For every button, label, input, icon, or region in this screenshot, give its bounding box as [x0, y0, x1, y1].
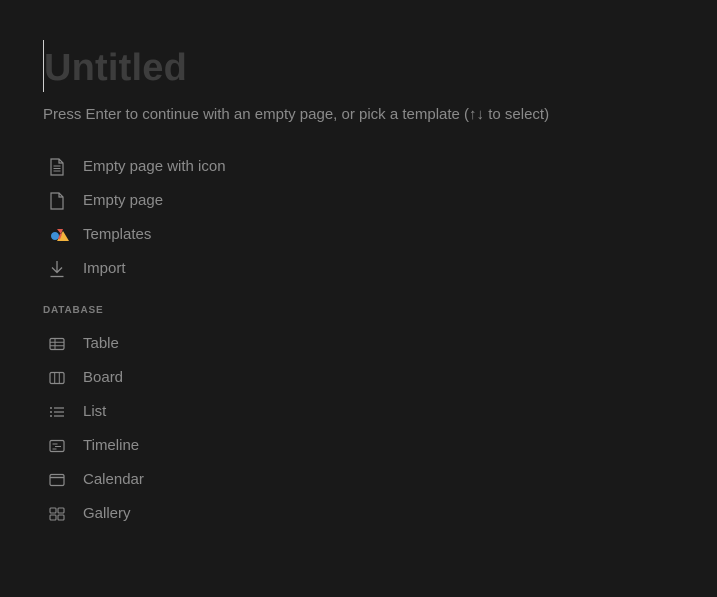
database-options: Table Board List Timeline Calendar Galle… — [43, 327, 363, 531]
page-title-placeholder[interactable]: Untitled — [44, 40, 187, 96]
timeline-option[interactable]: Timeline — [43, 429, 363, 463]
table-option[interactable]: Table — [43, 327, 363, 361]
import-option[interactable]: Import — [43, 252, 363, 286]
calendar-icon — [43, 470, 75, 490]
board-option[interactable]: Board — [43, 361, 363, 395]
board-columns-icon — [43, 368, 75, 388]
timeline-icon — [43, 436, 75, 456]
calendar-option[interactable]: Calendar — [43, 463, 363, 497]
option-label: Table — [83, 335, 119, 352]
page-start-options: Empty page with icon Empty page Template… — [43, 150, 363, 286]
empty-page-with-icon-option[interactable]: Empty page with icon — [43, 150, 363, 184]
option-label: Board — [83, 369, 124, 386]
database-section-label: DATABASE — [43, 305, 104, 316]
option-label: Gallery — [83, 505, 131, 522]
page-title-field[interactable]: Untitled — [43, 40, 187, 96]
table-icon — [43, 334, 75, 354]
option-label: Empty page — [83, 192, 164, 209]
list-option[interactable]: List — [43, 395, 363, 429]
list-icon — [43, 402, 75, 422]
text-caret — [43, 40, 44, 92]
option-label: Timeline — [83, 437, 140, 454]
empty-page-option[interactable]: Empty page — [43, 184, 363, 218]
blank-page-icon — [43, 191, 75, 211]
new-page-editor: Untitled Press Enter to continue with an… — [0, 0, 717, 597]
option-label: Calendar — [83, 471, 144, 488]
gallery-grid-icon — [43, 504, 75, 524]
templates-option[interactable]: Templates — [43, 218, 363, 252]
empty-page-hint: Press Enter to continue with an empty pa… — [43, 106, 550, 123]
option-label: Empty page with icon — [83, 158, 226, 175]
page-with-lines-icon — [43, 157, 75, 177]
option-label: Templates — [83, 226, 152, 243]
templates-shapes-icon — [43, 225, 75, 245]
option-label: Import — [83, 260, 126, 277]
download-arrow-icon — [43, 259, 75, 279]
gallery-option[interactable]: Gallery — [43, 497, 363, 531]
option-label: List — [83, 403, 107, 420]
